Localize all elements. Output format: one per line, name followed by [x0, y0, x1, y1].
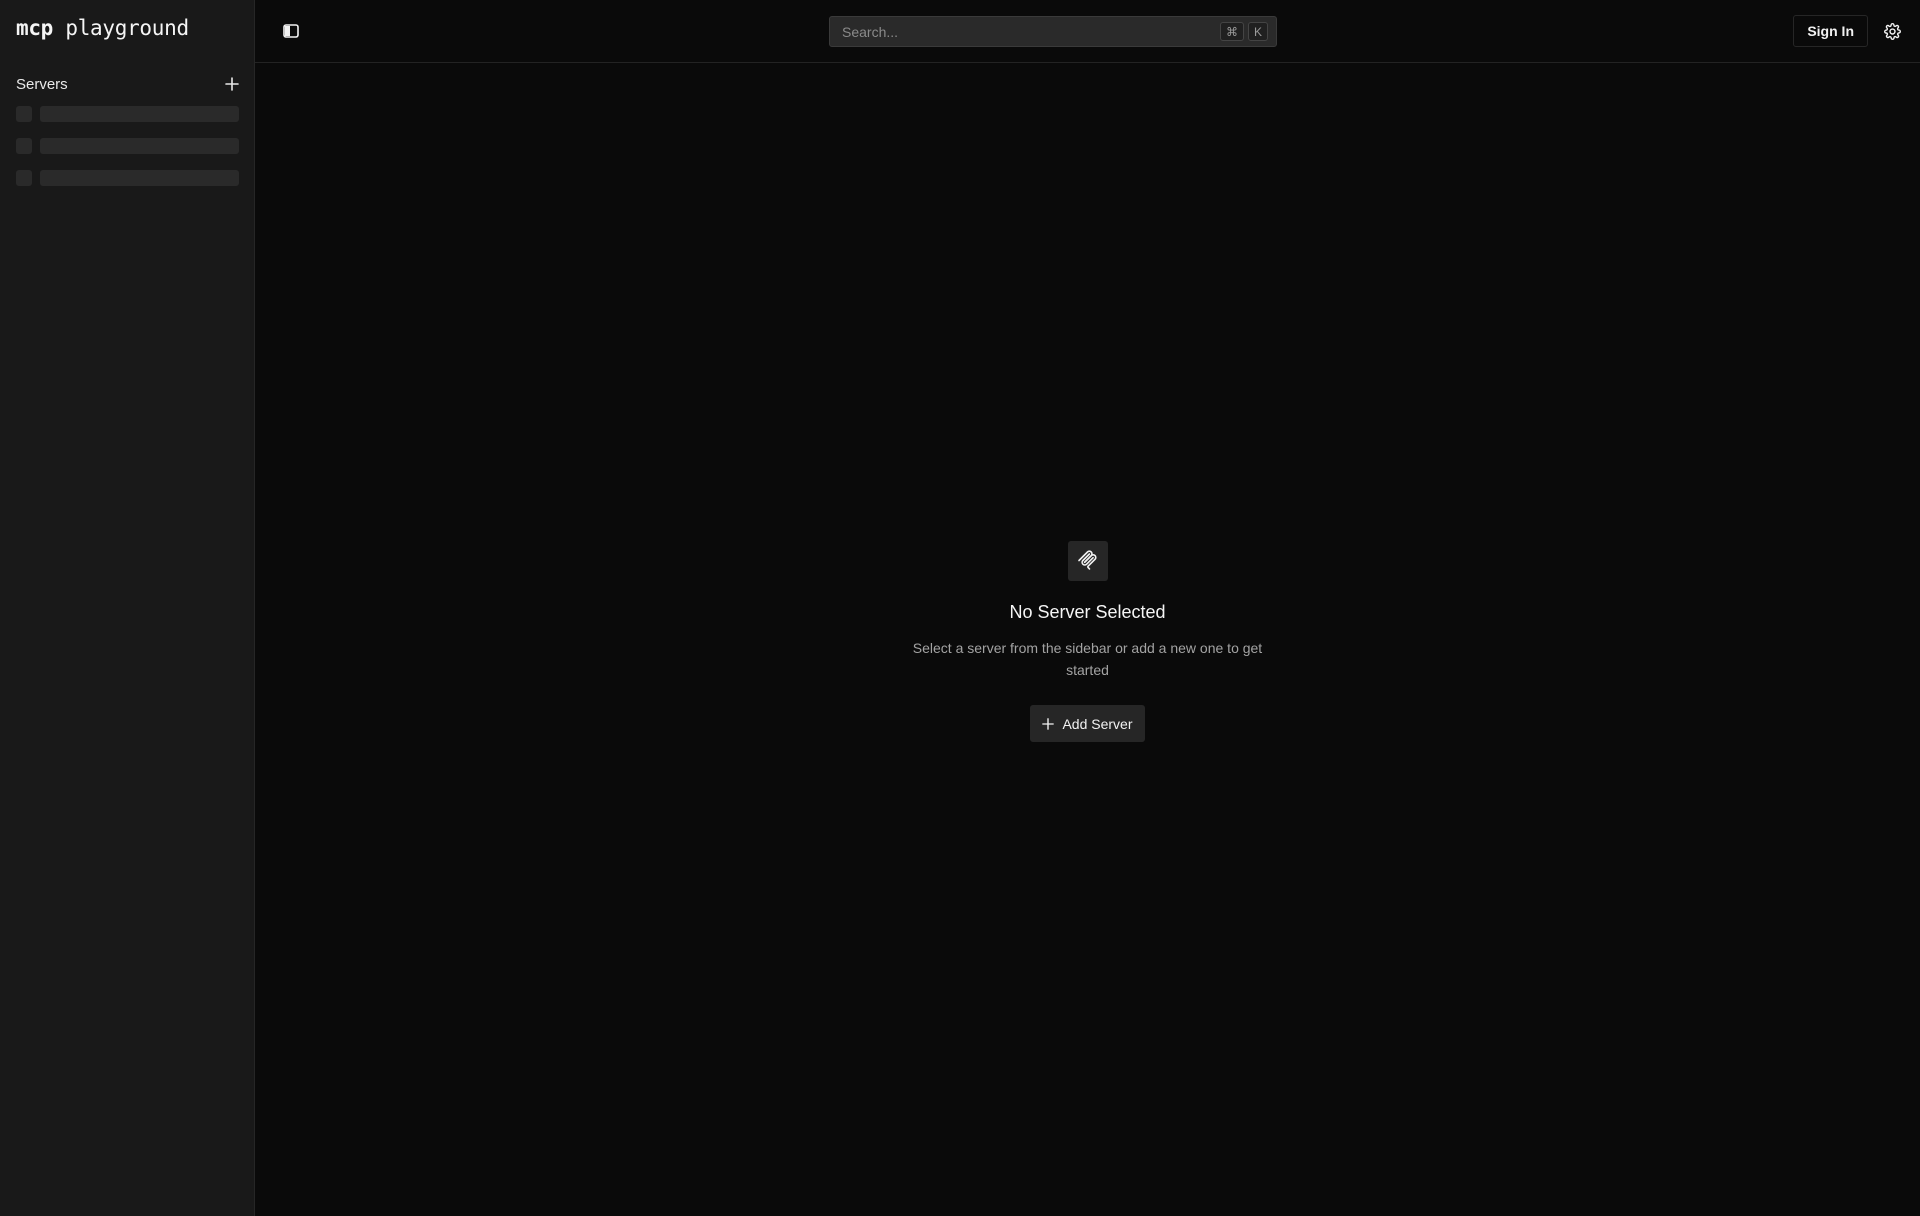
empty-state: No Server Selected Select a server from …: [255, 541, 1920, 742]
sign-in-button[interactable]: Sign In: [1793, 15, 1868, 47]
add-server-label: Add Server: [1062, 715, 1133, 732]
sidebar: mcp playground Servers: [0, 0, 255, 1216]
logo-mcp: mcp: [16, 16, 54, 40]
skeleton-icon: [16, 106, 32, 122]
skeleton-label: [40, 106, 239, 122]
empty-state-description: Select a server from the sidebar or add …: [912, 640, 1263, 678]
skeleton-icon: [16, 138, 32, 154]
shortcut-key-cmd: ⌘: [1219, 22, 1244, 41]
servers-header: Servers: [16, 74, 242, 94]
plus-icon: [1042, 717, 1055, 730]
empty-state-icon-box: [1067, 541, 1108, 581]
search-input[interactable]: Search... ⌘ K: [829, 16, 1277, 47]
servers-label: Servers: [16, 75, 68, 93]
app-root: mcp playground Servers Search... ⌘ K Sig…: [0, 0, 1920, 1216]
main-content: Search... ⌘ K Sign In No Server Selected…: [255, 0, 1920, 1216]
mcp-logo-icon: [1077, 550, 1097, 570]
app-logo[interactable]: mcp playground: [16, 16, 189, 40]
server-skeleton-row: [16, 106, 239, 122]
sidebar-toggle-icon: [283, 24, 299, 38]
topbar: Search... ⌘ K Sign In: [255, 0, 1920, 63]
server-skeleton-row: [16, 138, 239, 154]
empty-state-title: No Server Selected: [1009, 602, 1166, 622]
add-server-icon-button[interactable]: [222, 74, 242, 94]
plus-icon: [225, 77, 239, 91]
logo-playground: playground: [65, 16, 189, 40]
skeleton-icon: [16, 170, 32, 186]
settings-button[interactable]: [1882, 21, 1902, 41]
shortcut-key-k: K: [1247, 22, 1268, 41]
skeleton-label: [40, 170, 239, 186]
sidebar-toggle-button[interactable]: [279, 19, 303, 43]
server-skeleton-row: [16, 170, 239, 186]
search-placeholder: Search...: [842, 23, 899, 40]
gear-icon: [1883, 22, 1901, 40]
add-server-button[interactable]: Add Server: [1030, 705, 1145, 742]
skeleton-label: [40, 138, 239, 154]
